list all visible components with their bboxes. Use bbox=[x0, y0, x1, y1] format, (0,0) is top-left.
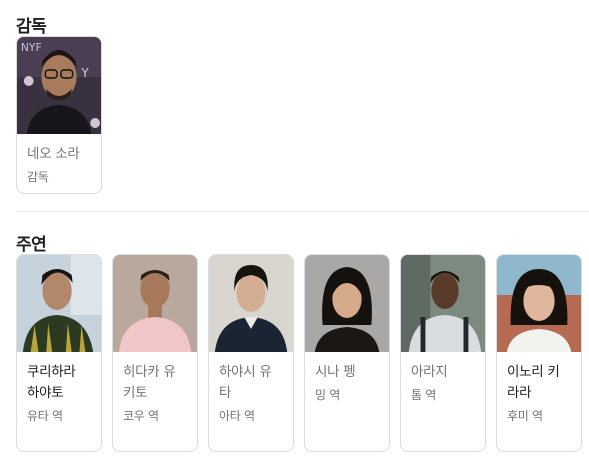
director-role: 감독 bbox=[27, 170, 49, 184]
cast-section-title: 주연 bbox=[16, 235, 47, 255]
cast-photo bbox=[497, 255, 581, 352]
cast-photo bbox=[17, 255, 101, 352]
svg-text:Y: Y bbox=[80, 66, 89, 80]
cast-role: 톰 역 bbox=[411, 388, 436, 402]
cast-photo bbox=[209, 255, 293, 352]
director-section-title: 감독 bbox=[16, 17, 47, 37]
cast-photo bbox=[401, 255, 485, 352]
cast-card[interactable]: 이노리 키라라 후미 역 bbox=[496, 254, 582, 452]
cast-card[interactable]: 아라지 톰 역 bbox=[400, 254, 486, 452]
cast-card[interactable]: 쿠리하라 하야토 유타 역 bbox=[16, 254, 102, 452]
cast-name: 쿠리하라 하야토 bbox=[27, 364, 76, 401]
director-photo: NYF Y bbox=[17, 37, 101, 134]
director-name: 네오 소라 bbox=[27, 146, 80, 162]
cast-role: 아타 역 bbox=[219, 409, 255, 423]
cast-role: 유타 역 bbox=[27, 409, 63, 423]
cast-role: 밍 역 bbox=[315, 388, 340, 402]
cast-name: 시나 펭 bbox=[315, 364, 356, 380]
cast-name: 이노리 키라라 bbox=[507, 364, 560, 401]
cast-name: 아라지 bbox=[411, 364, 448, 380]
cast-card[interactable]: 시나 펭 밍 역 bbox=[304, 254, 390, 452]
cast-card[interactable]: 하야시 유타 아타 역 bbox=[208, 254, 294, 452]
director-card[interactable]: NYF Y 네오 소라 감독 bbox=[16, 36, 102, 194]
cast-role: 코우 역 bbox=[123, 409, 159, 423]
svg-text:NYF: NYF bbox=[21, 41, 42, 54]
cast-photo bbox=[113, 255, 197, 352]
section-divider bbox=[16, 211, 589, 212]
cast-name: 히다카 유키토 bbox=[123, 364, 176, 401]
cast-photo bbox=[305, 255, 389, 352]
cast-name: 하야시 유타 bbox=[219, 364, 272, 401]
cast-card[interactable]: 히다카 유키토 코우 역 bbox=[112, 254, 198, 452]
cast-role: 후미 역 bbox=[507, 409, 543, 423]
